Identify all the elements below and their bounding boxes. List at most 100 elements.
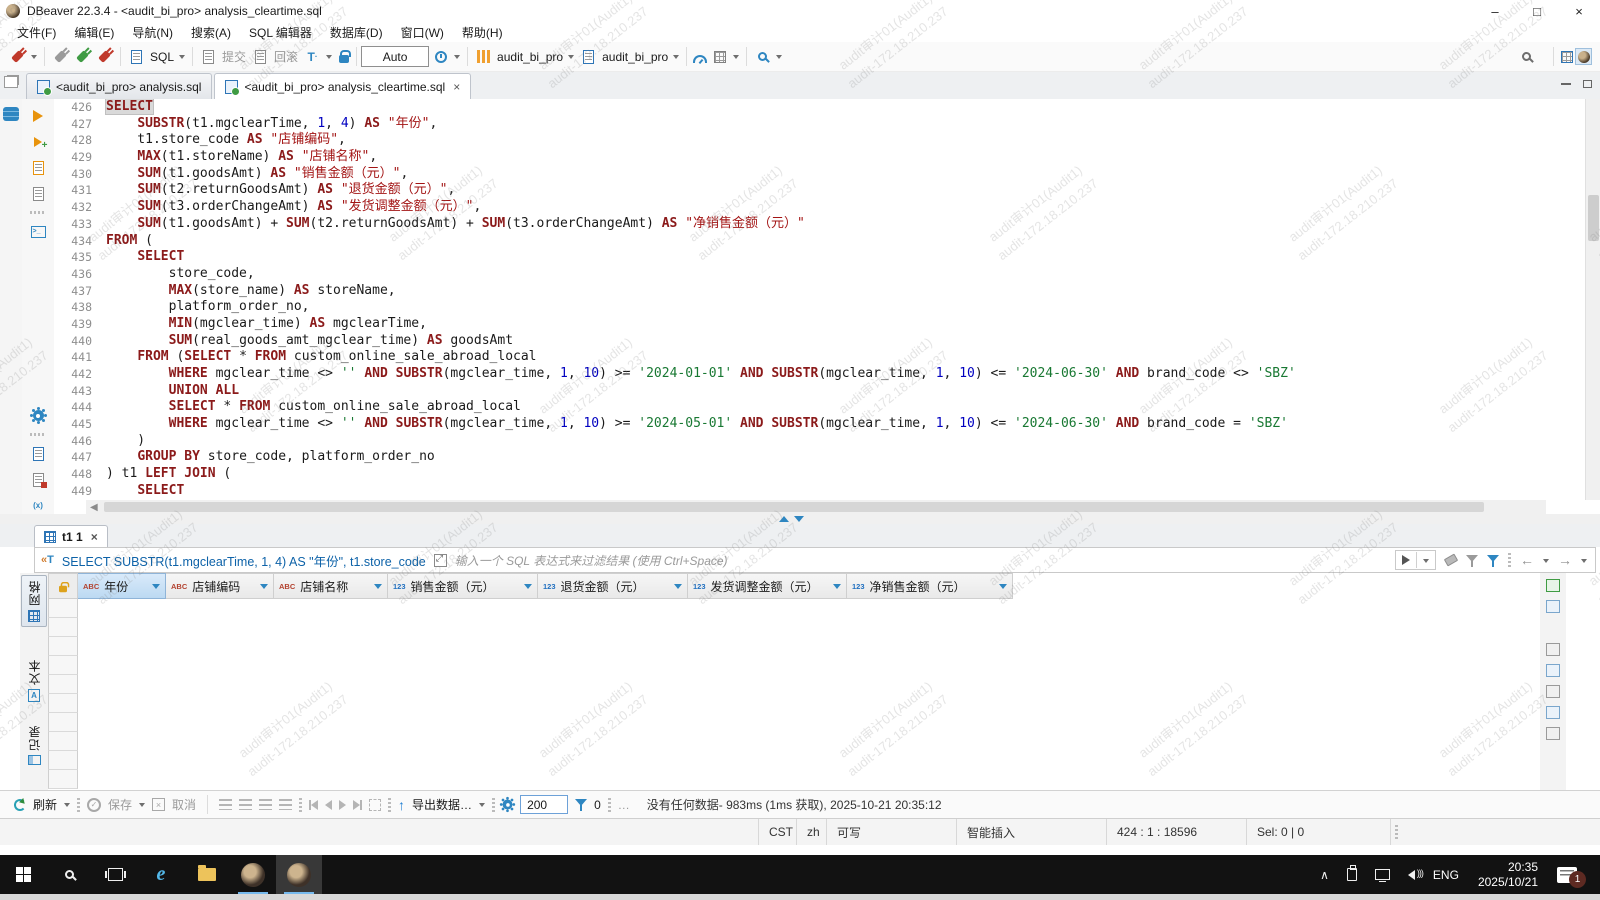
code-line[interactable]: 436 store_code, [54,266,1546,283]
aggregate-panel-icon[interactable] [1546,727,1560,740]
column-header[interactable]: ABC店铺编码 [166,573,274,599]
history-icon[interactable] [432,48,449,65]
restore-panel-icon[interactable] [4,76,18,88]
scrollbar-thumb[interactable] [1588,195,1599,241]
network-tray-icon[interactable] [1368,855,1397,894]
column-menu-caret-icon[interactable] [374,584,382,593]
overflow-icon[interactable]: … [618,798,630,812]
code-line[interactable]: 428 t1.store_code AS "店铺编码", [54,132,1546,149]
column-header[interactable]: ABC年份 [78,573,166,599]
fetch-size-input[interactable]: 200 [520,795,568,814]
nav-back-icon[interactable]: ← [1520,553,1534,567]
code-line[interactable]: 449 SELECT [54,483,1546,500]
column-header[interactable]: 123发货调整金额（元） [688,573,847,599]
row-header[interactable] [48,656,78,675]
sql-editor-caret-icon[interactable] [179,55,185,62]
export-icon[interactable]: ↑ [398,797,405,813]
cancel-button[interactable]: 取消 [172,796,196,813]
row-header[interactable] [48,770,78,789]
column-header[interactable]: 123退货金额（元） [538,573,688,599]
taskbar-search-button[interactable] [46,855,92,894]
column-menu-caret-icon[interactable] [524,584,532,593]
maximize-button[interactable]: □ [1516,0,1558,22]
sql-terminal-icon[interactable]: >_ [30,223,47,240]
dbeaver-taskbar-button-active[interactable] [276,855,322,894]
close-button[interactable]: × [1558,0,1600,22]
close-icon[interactable]: × [91,530,98,544]
quick-access-search-icon[interactable] [1518,48,1535,65]
caret-position-indicator[interactable]: 424 : 1 : 18596 [1106,819,1246,845]
collapse-up-icon[interactable] [779,516,789,522]
close-icon[interactable]: × [453,80,460,94]
metadata-panel-icon[interactable] [1546,664,1560,677]
schema-combo[interactable]: audit_bi_pro [577,48,682,65]
column-menu-caret-icon[interactable] [260,584,268,593]
commit-mode-icon[interactable] [711,48,728,65]
code-line[interactable]: 426SELECT [54,99,1546,116]
menu-item-w[interactable]: 窗口(W) [392,22,453,43]
row-header[interactable] [48,713,78,732]
transaction-log-caret-icon[interactable] [326,55,332,62]
code-line[interactable]: 441 FROM (SELECT * FROM custom_online_sa… [54,349,1546,366]
export-caret-icon[interactable] [479,803,485,810]
result-settings-gear-icon[interactable] [503,800,513,810]
editor-results-splitter[interactable] [0,514,1600,524]
result-tab[interactable]: t1 1 × [34,525,108,547]
menu-item-f[interactable]: 文件(F) [8,22,65,43]
menu-item-sql[interactable]: SQL 编辑器 [240,22,321,43]
row-header[interactable] [48,675,78,694]
grid-corner-cell[interactable] [48,573,78,599]
menu-item-h[interactable]: 帮助(H) [453,22,512,43]
code-line[interactable]: 446 ) [54,433,1546,450]
filter-settings-icon[interactable] [1487,554,1499,567]
menu-item-d[interactable]: 数据库(D) [321,22,392,43]
presentation-tab-record[interactable]: 记录 [21,721,47,769]
code-line[interactable]: 445 WHERE mgclear_time <> '' AND SUBSTR(… [54,416,1546,433]
sql-editor-label[interactable]: SQL [150,50,174,64]
editor-tab[interactable]: <audit_bi_pro> analysis_cleartime.sql× [214,73,471,99]
dbeaver-perspective-icon[interactable] [1575,48,1592,65]
file-explorer-button[interactable] [184,855,230,894]
menu-item-n[interactable]: 导航(N) [123,22,182,43]
sql-code-editor[interactable]: 426SELECT427 SUBSTR(t1.mgclearTime, 1, 4… [54,99,1546,500]
minimize-editor-icon[interactable] [1561,83,1571,85]
code-line[interactable]: 444 SELECT * FROM custom_online_sale_abr… [54,399,1546,416]
collapse-down-icon[interactable] [794,516,804,522]
calc-panel-icon[interactable] [1546,643,1560,656]
code-line[interactable]: 430 SUM(t1.goodsAmt) AS "销售金额（元）", [54,166,1546,183]
column-header[interactable]: 123净销售金额（元） [847,573,1013,599]
filter-history-caret-icon[interactable] [1423,559,1429,566]
language-indicator[interactable]: zh [796,819,826,845]
volume-tray-icon[interactable] [1401,855,1422,894]
save-caret-icon[interactable] [139,803,145,810]
transaction-log-icon[interactable]: T· [304,48,321,65]
code-line[interactable]: 437 MAX(store_name) AS storeName, [54,283,1546,300]
task-view-button[interactable] [92,855,138,894]
save-button[interactable]: 保存 [108,796,132,813]
column-header[interactable]: 123销售金额（元） [388,573,538,599]
usb-tray-icon[interactable] [1340,855,1364,894]
language-switcher[interactable]: ENG [1426,855,1466,894]
grouping-panel-icon[interactable] [1546,706,1560,719]
row-header[interactable] [48,637,78,656]
editor-settings-gear-icon[interactable] [30,407,47,424]
export-button[interactable]: 导出数据… [412,796,472,813]
nav-forward-caret-icon[interactable] [1581,559,1587,566]
reconnect-icon[interactable] [74,48,91,65]
execute-statement-icon[interactable] [30,107,47,124]
column-menu-caret-icon[interactable] [152,584,160,593]
apply-filter-combo[interactable] [1395,550,1436,570]
editor-tab[interactable]: <audit_bi_pro> analysis.sql [26,73,212,99]
editor-vertical-scrollbar[interactable] [1585,99,1600,500]
perspective-icon[interactable] [1558,48,1575,65]
start-button[interactable] [0,855,46,894]
column-header[interactable]: ABC店铺名称 [274,573,388,599]
apply-filter-icon[interactable] [1402,555,1410,565]
refresh-button[interactable]: 刷新 [33,796,57,813]
open-file-icon[interactable] [30,445,47,462]
code-line[interactable]: 431 SUM(t2.returnGoodsAmt) AS "退货金额（元）", [54,182,1546,199]
row-filter-icon[interactable] [575,798,587,811]
code-line[interactable]: 447 GROUP BY store_code, platform_order_… [54,449,1546,466]
code-line[interactable]: 435 SELECT [54,249,1546,266]
ie-button[interactable]: e [138,855,184,894]
